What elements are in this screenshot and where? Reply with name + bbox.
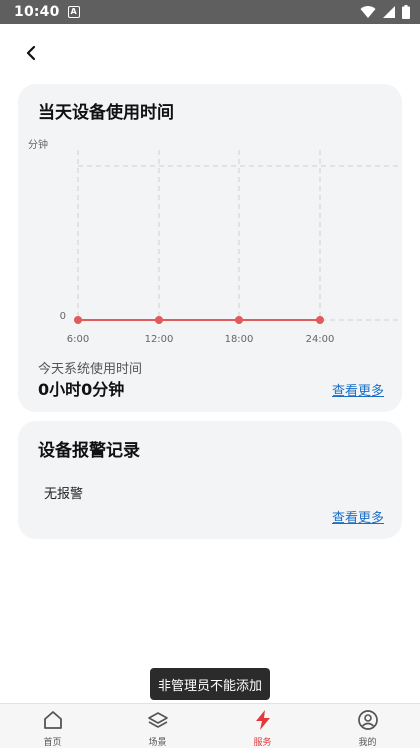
y-tick-labels: 0 [60, 311, 66, 322]
chart-grid [77, 150, 402, 321]
status-icons [360, 5, 410, 19]
bottom-nav: 首页 场景 服务 我的 [0, 703, 420, 748]
lightning-icon [251, 708, 275, 732]
nav-item-home[interactable]: 首页 [0, 704, 105, 748]
x-tick-labels: 6:00 12:00 18:00 24:00 [67, 334, 335, 345]
today-usage-value: 0小时0分钟 [38, 380, 125, 399]
series-point [155, 316, 163, 324]
chevron-left-icon [26, 45, 36, 61]
nav-label-scene: 场景 [148, 738, 167, 748]
x-tick-label: 12:00 [145, 334, 174, 345]
today-usage-label: 今天系统使用时间 [38, 362, 143, 377]
series-point [74, 316, 82, 324]
nav-label-service: 服务 [253, 738, 272, 748]
usage-time-card: 当天设备使用时间 分钟 0 6:00 12:00 18:00 24:00 今天系统使用… [18, 84, 402, 412]
alarm-card-title: 设备报警记录 [38, 441, 140, 461]
x-tick-label: 24:00 [306, 334, 335, 345]
nav-item-service[interactable]: 服务 [210, 704, 315, 748]
user-circle-icon [356, 708, 380, 732]
usage-more-link[interactable]: 查看更多 [332, 380, 384, 399]
x-tick-label: 6:00 [67, 334, 89, 345]
no-alarm-text: 无报警 [44, 487, 84, 502]
series-point [316, 316, 324, 324]
layers-icon [146, 708, 170, 732]
battery-icon [402, 5, 410, 19]
wifi-icon [360, 6, 376, 19]
back-button[interactable] [18, 40, 44, 66]
nav-item-mine[interactable]: 我的 [315, 704, 420, 748]
y-axis-title: 分钟 [28, 138, 48, 151]
usage-line-chart: 分钟 0 6:00 12:00 18:00 24:00 [28, 138, 402, 345]
status-time: 10:40 [14, 4, 60, 20]
home-icon [41, 708, 65, 732]
toast-message: 非管理员不能添加 [150, 668, 270, 700]
usage-card-title: 当天设备使用时间 [38, 103, 174, 123]
series-point [235, 316, 243, 324]
nav-item-scene[interactable]: 场景 [105, 704, 210, 748]
status-bar: 10:40 A [0, 0, 420, 24]
y-tick-label: 0 [60, 311, 66, 322]
nav-label-home: 首页 [43, 738, 62, 748]
x-tick-label: 18:00 [225, 334, 254, 345]
alarm-more-link[interactable]: 查看更多 [332, 507, 384, 526]
alarm-record-card: 设备报警记录 无报警 查看更多 [18, 421, 402, 539]
cellular-signal-icon [383, 6, 395, 18]
notification-badge-icon: A [67, 6, 80, 18]
nav-label-mine: 我的 [358, 738, 377, 748]
